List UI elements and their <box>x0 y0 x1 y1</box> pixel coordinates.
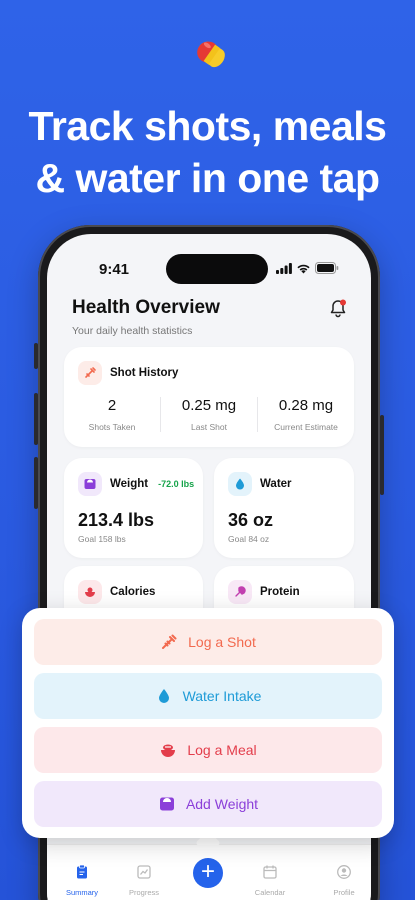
stat-value: 2 <box>107 397 117 414</box>
chart-icon <box>137 865 151 879</box>
weight-goal: Goal 158 lbs <box>78 534 126 544</box>
shot-history-header: Shot History <box>78 361 178 385</box>
syringe-icon <box>78 361 102 385</box>
shot-history-card[interactable]: Shot History 2 Shots Taken 0.25 mg Last … <box>64 347 354 447</box>
phone-volume-down-button <box>34 457 38 509</box>
signal-icon <box>276 262 292 274</box>
pill-icon <box>197 41 225 68</box>
headline-line-1: Track shots, meals <box>28 103 387 149</box>
shot-stats: 2 Shots Taken 0.25 mg Last Shot 0.28 mg … <box>64 397 354 432</box>
protein-title: Protein <box>260 586 300 598</box>
action-label: Water Intake <box>182 688 262 704</box>
water-value: 36 oz <box>228 510 274 530</box>
add-button[interactable]: + <box>193 858 223 888</box>
phone-volume-up-button <box>34 393 38 445</box>
stat-current-estimate: 0.28 mg Current Estimate <box>258 397 354 432</box>
action-label: Log a Shot <box>188 634 256 650</box>
stat-shots-taken: 2 Shots Taken <box>64 397 161 432</box>
battery-icon <box>315 262 339 274</box>
tab-label: Progress <box>128 888 159 897</box>
weight-title: Weight <box>110 478 149 490</box>
stat-last-shot: 0.25 mg Last Shot <box>161 397 258 432</box>
water-title: Water <box>260 478 292 490</box>
tab-summary[interactable]: Summary <box>57 864 107 897</box>
tab-progress[interactable]: Progress <box>119 864 169 897</box>
log-shot-button[interactable]: Log a Shot <box>34 619 382 665</box>
water-header: Water <box>228 472 292 496</box>
scale-icon <box>159 797 174 811</box>
tab-label: Calendar <box>254 888 286 897</box>
meal-bowl-icon <box>161 744 176 757</box>
tab-label: Profile <box>333 888 355 897</box>
action-label: Add Weight <box>185 796 259 812</box>
protein-header: Protein <box>228 580 300 604</box>
headline: Track shots, meals & water in one tap <box>0 100 415 204</box>
page-subtitle: Your daily health statistics <box>72 325 193 337</box>
stat-value: 0.28 mg <box>278 397 334 414</box>
meal-bowl-icon <box>78 580 102 604</box>
profile-icon <box>337 865 351 879</box>
action-label: Log a Meal <box>187 742 257 758</box>
stat-label: Last Shot <box>191 422 227 432</box>
log-meal-button[interactable]: Log a Meal <box>34 727 382 773</box>
shot-history-title: Shot History <box>110 367 179 379</box>
status-icons <box>276 262 339 274</box>
headline-line-2: & water in one tap <box>35 155 380 201</box>
tab-profile[interactable]: Profile <box>319 864 369 897</box>
status-bar: 9:41 <box>47 234 371 284</box>
notification-bell-icon[interactable] <box>327 298 349 320</box>
calories-header: Calories <box>78 580 155 604</box>
water-drop-icon <box>228 472 252 496</box>
weight-value: 213.4 lbs <box>78 510 155 530</box>
wifi-icon <box>297 264 310 273</box>
protein-icon <box>228 580 252 604</box>
status-time: 9:41 <box>99 261 130 278</box>
quick-actions-popup: Log a Shot Water Intake Log a Meal Add W… <box>22 608 394 838</box>
stat-value: 0.25 mg <box>181 397 237 414</box>
add-weight-button[interactable]: Add Weight <box>34 781 382 827</box>
water-intake-button[interactable]: Water Intake <box>34 673 382 719</box>
weight-header: Weight -72.0 lbs <box>78 472 194 496</box>
calendar-icon <box>263 865 277 879</box>
stat-label: Shots Taken <box>88 422 136 432</box>
water-drop-icon <box>158 689 169 703</box>
page-title: Health Overview <box>72 297 220 318</box>
scale-icon <box>78 472 102 496</box>
tab-calendar[interactable]: Calendar <box>245 864 295 897</box>
phone-power-button <box>380 415 384 495</box>
water-card[interactable]: Water 36 oz Goal 84 oz <box>214 458 354 558</box>
tab-label: Summary <box>65 888 99 897</box>
dynamic-island <box>166 254 268 284</box>
clipboard-icon <box>77 864 87 879</box>
weight-card[interactable]: Weight -72.0 lbs 213.4 lbs Goal 158 lbs <box>64 458 203 558</box>
phone-mute-button <box>34 343 38 369</box>
calories-title: Calories <box>110 586 156 598</box>
water-goal: Goal 84 oz <box>228 534 270 544</box>
syringe-icon <box>162 634 177 649</box>
weight-delta: -72.0 lbs <box>158 479 195 489</box>
stat-label: Current Estimate <box>274 422 338 432</box>
